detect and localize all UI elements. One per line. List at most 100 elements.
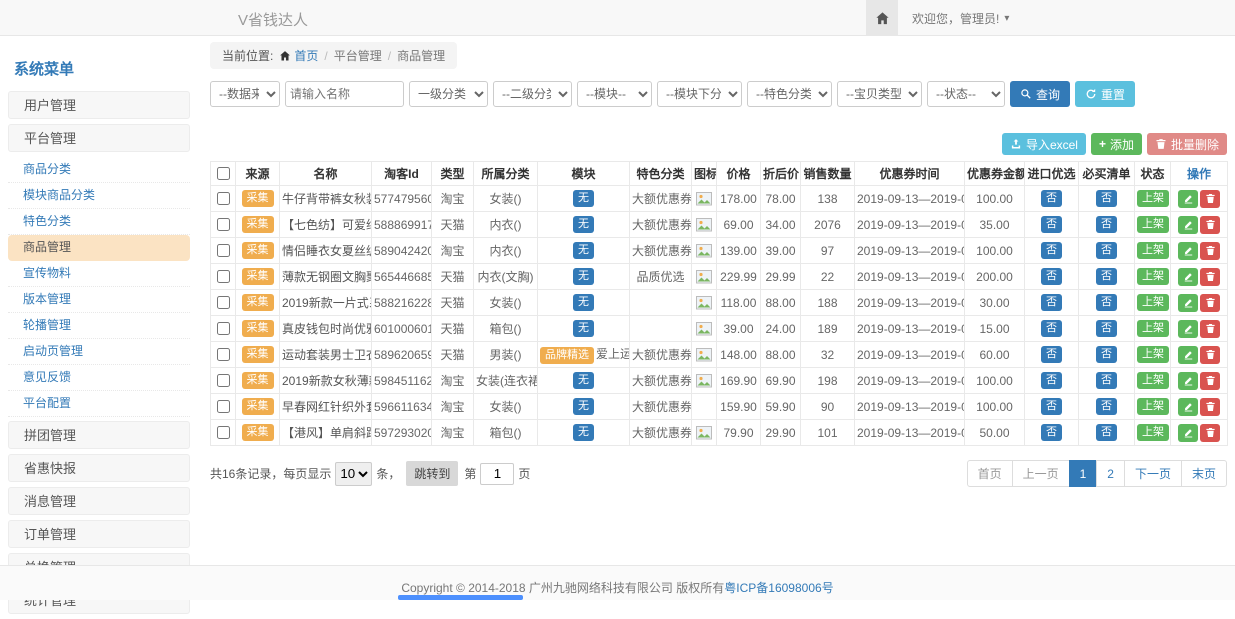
must-buy-badge[interactable]: 否 — [1096, 398, 1117, 415]
filter-select-7[interactable]: --状态-- — [927, 81, 1005, 107]
sidebar-group-6[interactable]: 订单管理 — [8, 520, 190, 548]
sidebar-item-版本管理[interactable]: 版本管理 — [8, 287, 190, 313]
edit-button[interactable] — [1178, 242, 1198, 260]
icp-link[interactable]: 粤ICP备16098006号 — [724, 581, 833, 595]
delete-button[interactable] — [1200, 424, 1220, 442]
sidebar-item-启动页管理[interactable]: 启动页管理 — [8, 339, 190, 365]
imported-badge[interactable]: 否 — [1041, 398, 1062, 415]
sidebar-item-模块商品分类[interactable]: 模块商品分类 — [8, 183, 190, 209]
sidebar-group-1[interactable]: 用户管理 — [8, 91, 190, 119]
name-search-input[interactable] — [285, 81, 404, 107]
sidebar-item-平台配置[interactable]: 平台配置 — [8, 391, 190, 417]
sidebar-item-商品管理[interactable]: 商品管理 — [8, 235, 190, 261]
imported-badge[interactable]: 否 — [1041, 346, 1062, 363]
must-buy-badge[interactable]: 否 — [1096, 216, 1117, 233]
must-buy-badge[interactable]: 否 — [1096, 294, 1117, 311]
edit-button[interactable] — [1178, 346, 1198, 364]
sidebar-group-3[interactable]: 拼团管理 — [8, 421, 190, 449]
reset-button[interactable]: 重置 — [1075, 81, 1135, 107]
row-checkbox[interactable] — [217, 192, 230, 205]
user-menu[interactable]: 欢迎您，管理员! ▾ — [898, 10, 1023, 27]
status-badge[interactable]: 上架 — [1137, 346, 1169, 363]
import-excel-button[interactable]: 导入excel — [1002, 133, 1086, 155]
imported-badge[interactable]: 否 — [1041, 424, 1062, 441]
status-badge[interactable]: 上架 — [1137, 268, 1169, 285]
delete-button[interactable] — [1200, 398, 1220, 416]
row-checkbox[interactable] — [217, 218, 230, 231]
imported-badge[interactable]: 否 — [1041, 216, 1062, 233]
breadcrumb-item[interactable]: 商品管理 — [397, 47, 445, 64]
sidebar-item-商品分类[interactable]: 商品分类 — [8, 157, 190, 183]
sidebar-item-特色分类[interactable]: 特色分类 — [8, 209, 190, 235]
imported-badge[interactable]: 否 — [1041, 372, 1062, 389]
must-buy-badge[interactable]: 否 — [1096, 242, 1117, 259]
row-checkbox[interactable] — [217, 400, 230, 413]
imported-badge[interactable]: 否 — [1041, 190, 1062, 207]
edit-button[interactable] — [1178, 216, 1198, 234]
sidebar-group-4[interactable]: 省惠快报 — [8, 454, 190, 482]
must-buy-badge[interactable]: 否 — [1096, 346, 1117, 363]
status-badge[interactable]: 上架 — [1137, 372, 1169, 389]
page-number-input[interactable] — [480, 463, 514, 485]
breadcrumb-item[interactable]: 平台管理 — [334, 47, 382, 64]
status-badge[interactable]: 上架 — [1137, 294, 1169, 311]
imported-badge[interactable]: 否 — [1041, 268, 1062, 285]
row-checkbox[interactable] — [217, 348, 230, 361]
page-button-下一页[interactable]: 下一页 — [1124, 460, 1182, 487]
status-badge[interactable]: 上架 — [1137, 190, 1169, 207]
edit-button[interactable] — [1178, 268, 1198, 286]
delete-button[interactable] — [1200, 216, 1220, 234]
row-checkbox[interactable] — [217, 374, 230, 387]
edit-button[interactable] — [1178, 190, 1198, 208]
filter-select-5[interactable]: --特色分类-- — [747, 81, 832, 107]
filter-select-3[interactable]: --模块-- — [577, 81, 652, 107]
page-button-上一页[interactable]: 上一页 — [1012, 460, 1070, 487]
must-buy-badge[interactable]: 否 — [1096, 424, 1117, 441]
delete-button[interactable] — [1200, 346, 1220, 364]
home-button[interactable] — [866, 0, 898, 36]
page-button-2[interactable]: 2 — [1096, 460, 1125, 487]
status-badge[interactable]: 上架 — [1137, 216, 1169, 233]
edit-button[interactable] — [1178, 320, 1198, 338]
delete-button[interactable] — [1200, 320, 1220, 338]
must-buy-badge[interactable]: 否 — [1096, 268, 1117, 285]
filter-select-2[interactable]: --二级分类-- — [493, 81, 572, 107]
edit-button[interactable] — [1178, 294, 1198, 312]
jump-button[interactable]: 跳转到 — [406, 461, 458, 486]
edit-button[interactable] — [1178, 398, 1198, 416]
page-button-1[interactable]: 1 — [1069, 460, 1098, 487]
sidebar-item-轮播管理[interactable]: 轮播管理 — [8, 313, 190, 339]
filter-select-4[interactable]: --模块下分类-- — [657, 81, 742, 107]
status-badge[interactable]: 上架 — [1137, 242, 1169, 259]
row-checkbox[interactable] — [217, 270, 230, 283]
select-all-checkbox[interactable] — [217, 167, 230, 180]
edit-button[interactable] — [1178, 372, 1198, 390]
delete-button[interactable] — [1200, 242, 1220, 260]
imported-badge[interactable]: 否 — [1041, 320, 1062, 337]
must-buy-badge[interactable]: 否 — [1096, 372, 1117, 389]
add-button[interactable]: + 添加 — [1091, 133, 1142, 155]
sidebar-group-5[interactable]: 消息管理 — [8, 487, 190, 515]
status-badge[interactable]: 上架 — [1137, 424, 1169, 441]
delete-button[interactable] — [1200, 294, 1220, 312]
horizontal-scrollbar-thumb[interactable] — [398, 595, 523, 600]
page-button-首页[interactable]: 首页 — [967, 460, 1013, 487]
status-badge[interactable]: 上架 — [1137, 320, 1169, 337]
search-button[interactable]: 查询 — [1010, 81, 1070, 107]
imported-badge[interactable]: 否 — [1041, 242, 1062, 259]
delete-button[interactable] — [1200, 372, 1220, 390]
page-button-末页[interactable]: 末页 — [1181, 460, 1227, 487]
filter-select-1[interactable]: 一级分类 — [409, 81, 488, 107]
batch-delete-button[interactable]: 批量删除 — [1147, 133, 1227, 155]
per-page-select[interactable]: 10 — [335, 462, 372, 486]
sidebar-group-2[interactable]: 平台管理 — [8, 124, 190, 152]
imported-badge[interactable]: 否 — [1041, 294, 1062, 311]
must-buy-badge[interactable]: 否 — [1096, 320, 1117, 337]
row-checkbox[interactable] — [217, 322, 230, 335]
row-checkbox[interactable] — [217, 426, 230, 439]
filter-source-select[interactable]: --数据来源-- — [210, 81, 280, 107]
delete-button[interactable] — [1200, 190, 1220, 208]
must-buy-badge[interactable]: 否 — [1096, 190, 1117, 207]
edit-button[interactable] — [1178, 424, 1198, 442]
breadcrumb-home-link[interactable]: 首页 — [279, 47, 318, 64]
